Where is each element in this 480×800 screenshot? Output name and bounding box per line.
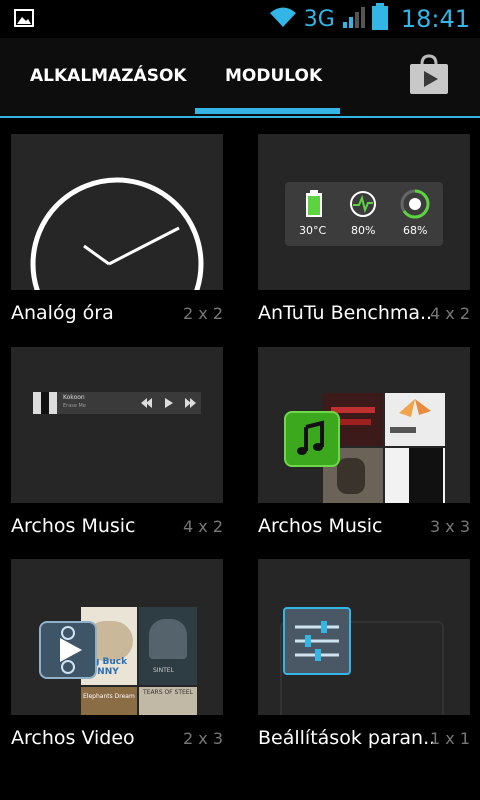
poster-title: TEARS OF STEEL [143,689,193,696]
analog-clock-icon [30,177,204,290]
album-cover [385,448,445,503]
widget-name: Archos Video [11,727,135,749]
movie-poster: Elephants Dream [81,687,137,715]
widget-size: 4 x 2 [430,304,470,323]
widget-archos-music-3x3[interactable]: Archos Music 3 x 3 [258,347,470,537]
cpu-value: 80% [351,224,376,237]
widget-size: 2 x 3 [183,729,223,748]
battery-icon [371,3,389,35]
movie-poster: SINTEL [139,607,197,685]
widget-archos-video[interactable]: Big Buck BUNNY SINTEL Elephants Dream TE… [11,559,223,749]
widget-name: Analóg óra [11,302,114,324]
play-icon [165,398,173,408]
music-note-icon [284,411,340,467]
album-art [33,392,57,414]
tab-bar: ALKALMAZÁSOK MODULOK [0,38,480,118]
widget-size: 4 x 2 [183,517,223,536]
gallery-notification-icon [14,9,34,31]
next-icon [185,398,196,408]
antutu-panel: 30°C 80% 68% [285,182,443,246]
widget-analog-clock[interactable]: Analóg óra 2 x 2 [11,134,223,324]
clock: 18:41 [400,5,470,33]
video-player-icon [39,621,97,679]
wifi-icon [268,5,298,33]
track-artist: Erase Me [63,403,86,409]
memory-gauge-icon [400,189,430,219]
widget-name: Archos Music [258,515,383,537]
widget-archos-music-4x2[interactable]: Kokoon Erase Me Archos Music 4 x 2 [11,347,223,537]
settings-sliders-icon [283,607,351,675]
widget-grid: Analóg óra 2 x 2 30°C 80% 68% AnTuTu Ben… [0,118,480,800]
movie-poster: TEARS OF STEEL [139,687,197,715]
previous-icon [141,398,152,408]
poster-title: Elephants Dream [83,693,135,700]
widget-antutu[interactable]: 30°C 80% 68% AnTuTu Benchma.. 4 x 2 [258,134,470,324]
poster-title: SINTEL [153,667,174,674]
widget-preview: Big Buck BUNNY SINTEL Elephants Dream TE… [11,559,223,715]
album-cover [385,393,445,446]
widget-size: 1 x 1 [430,729,470,748]
widget-size: 2 x 2 [183,304,223,323]
memory-value: 68% [403,224,428,237]
battery-icon [306,190,322,217]
widget-preview: 30°C 80% 68% [258,134,470,290]
tab-apps[interactable]: ALKALMAZÁSOK [30,66,187,86]
widget-size: 3 x 3 [430,517,470,536]
temperature-value: 30°C [299,224,327,237]
music-player-bar: Kokoon Erase Me [33,392,201,414]
widget-name: Beállítások paran.. [258,727,436,749]
widget-preview [258,559,470,715]
tab-widgets[interactable]: MODULOK [225,66,322,86]
signal-icon [341,5,365,33]
widget-settings-shortcut[interactable]: Beállítások paran.. 1 x 1 [258,559,470,749]
widget-preview [258,347,470,503]
widget-preview: Kokoon Erase Me [11,347,223,503]
tab-indicator [195,108,340,114]
cpu-pulse-icon [350,191,376,217]
widget-preview [11,134,223,290]
play-store-button[interactable] [408,54,450,100]
network-type: 3G [303,6,335,32]
play-store-icon [410,54,448,94]
widget-name: AnTuTu Benchma.. [258,302,433,324]
track-title: Kokoon [63,394,85,401]
widget-name: Archos Music [11,515,136,537]
status-bar: 3G 18:41 [0,0,480,38]
